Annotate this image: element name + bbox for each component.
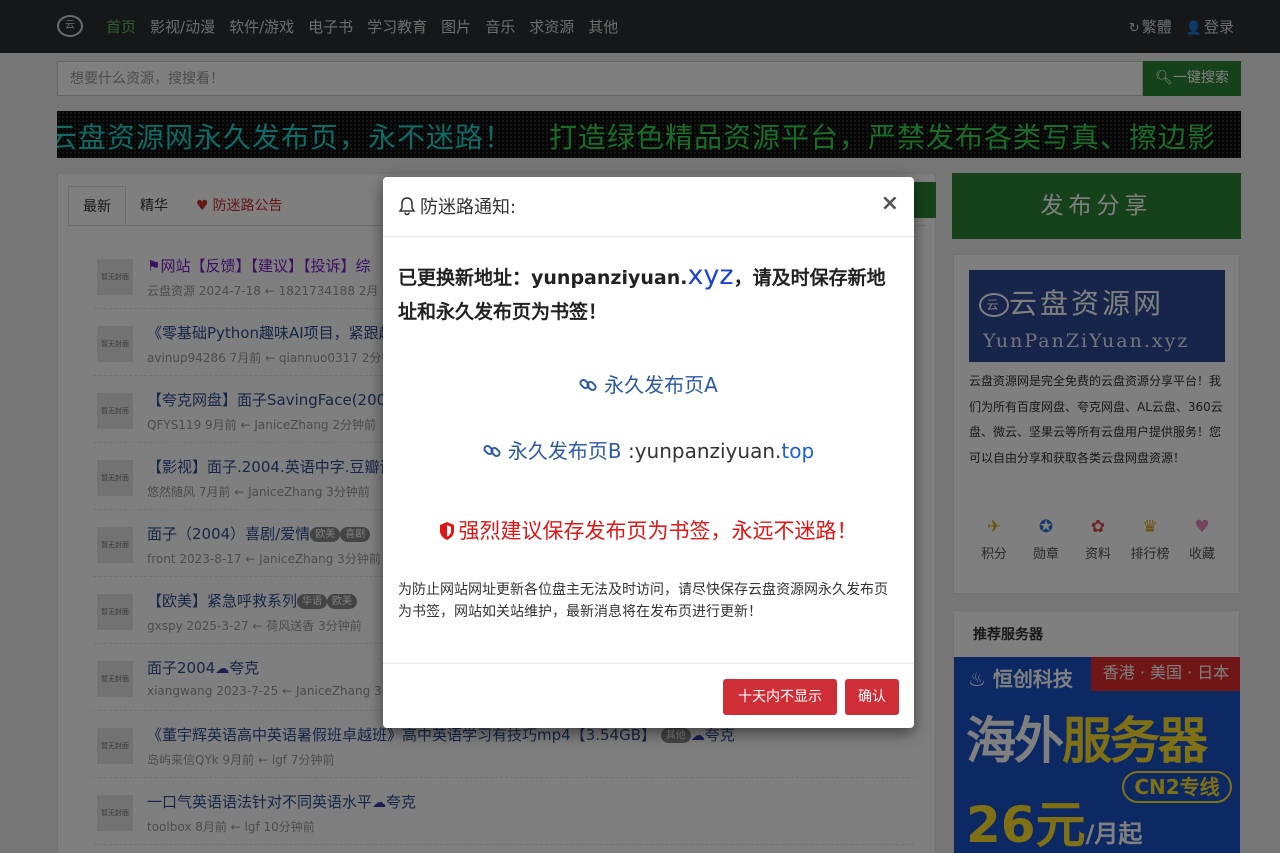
link-b-label: 永久发布页B (507, 439, 622, 463)
link-a-label: 永久发布页A (604, 373, 718, 397)
modal-footer: 十天内不显示 确认 (383, 663, 914, 728)
confirm-button[interactable]: 确认 (845, 679, 899, 715)
bookmark-warning: 强烈建议保存发布页为书签，永远不迷路！ (398, 515, 898, 545)
link-b-domain: :yunpanziyuan. (621, 439, 782, 463)
bell-icon (398, 197, 416, 216)
link-icon (483, 444, 501, 458)
new-address-notice: 已更换新地址：yunpanziyuan.xyz，请及时保存新地址和永久发布页为书… (398, 259, 893, 329)
modal-description: 为防止网站网址更新各位盘主无法及时访问，请尽快保存云盘资源网永久发布页为书签，网… (398, 582, 888, 620)
notice-tld: xyz (687, 260, 734, 291)
link-b-tld: top (781, 439, 815, 463)
permanent-page-a-link[interactable]: 永久发布页A (398, 369, 898, 398)
close-icon[interactable]: × (881, 191, 899, 216)
modal-header: 防迷路通知: × (383, 177, 914, 237)
notice-prefix: 已更换新地址：yunpanziyuan. (398, 267, 688, 289)
warning-text: 强烈建议保存发布页为书签，永远不迷路！ (458, 519, 858, 543)
hide-ten-days-button[interactable]: 十天内不显示 (723, 679, 837, 715)
link-icon (579, 378, 597, 392)
modal-title-text: 防迷路通知: (420, 197, 517, 218)
notice-modal: 防迷路通知: × 已更换新地址：yunpanziyuan.xyz，请及时保存新地… (383, 177, 914, 728)
permanent-page-b-link[interactable]: 永久发布页B :yunpanziyuan.top (398, 435, 898, 464)
shield-icon (439, 522, 454, 540)
modal-title: 防迷路通知: (398, 193, 516, 219)
